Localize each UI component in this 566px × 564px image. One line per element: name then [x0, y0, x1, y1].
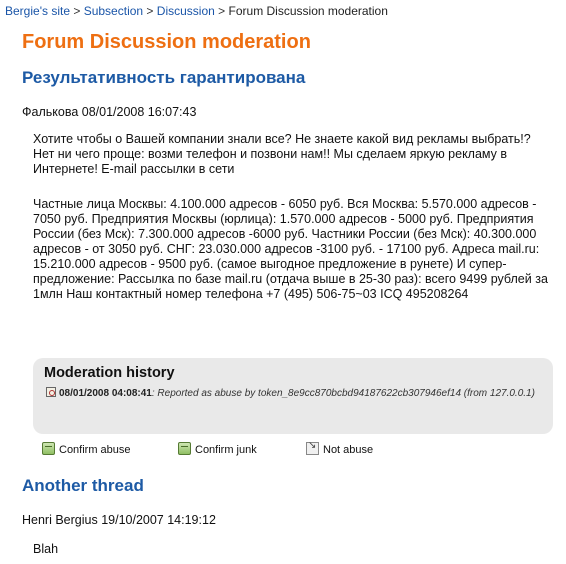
confirm-junk-label: Confirm junk	[195, 444, 257, 456]
breadcrumb: Bergie's site > Subsection > Discussion …	[5, 4, 388, 18]
moderation-entry: 08/01/2008 04:08:41: Reported as abuse b…	[46, 385, 546, 403]
breadcrumb-link-discussion[interactable]: Discussion	[157, 4, 215, 18]
moderation-entry-text: : Reported as abuse by token_8e9cc870bcb…	[151, 388, 535, 399]
report-icon	[46, 387, 56, 397]
breadcrumb-link-site[interactable]: Bergie's site	[5, 4, 70, 18]
arrow-icon	[306, 440, 319, 455]
not-abuse-label: Not abuse	[323, 444, 374, 456]
not-abuse-button[interactable]: Not abuse	[306, 440, 374, 456]
page-title: Forum Discussion moderation	[22, 31, 311, 53]
breadcrumb-separator: >	[146, 4, 154, 18]
breadcrumb-separator: >	[73, 4, 81, 18]
thread-title[interactable]: Результативность гарантирована	[22, 68, 305, 88]
post-paragraph: Хотите чтобы о Вашей компании знали все?…	[33, 132, 531, 176]
confirm-abuse-label: Confirm abuse	[59, 444, 131, 456]
confirm-junk-button[interactable]: Confirm junk	[178, 442, 257, 456]
post-paragraph: Blah	[33, 542, 59, 556]
moderation-history-title: Moderation history	[44, 365, 175, 381]
post-author-date: Фалькова 08/01/2008 16:07:43	[22, 105, 197, 119]
breadcrumb-current: Forum Discussion moderation	[228, 4, 388, 18]
post-author-date: Henri Bergius 19/10/2007 14:19:12	[22, 513, 216, 527]
breadcrumb-separator: >	[218, 4, 226, 18]
post-paragraph: Частные лица Москвы: 4.100.000 адресов -…	[33, 197, 548, 301]
breadcrumb-link-subsection[interactable]: Subsection	[84, 4, 143, 18]
moderation-actions: Confirm abuse Confirm junk Not abuse	[42, 440, 542, 462]
moderation-history-box: Moderation history 08/01/2008 04:08:41: …	[33, 358, 553, 434]
thread-title[interactable]: Another thread	[22, 476, 144, 496]
moderation-entry-timestamp: 08/01/2008 04:08:41	[59, 388, 152, 399]
confirm-abuse-button[interactable]: Confirm abuse	[42, 442, 131, 456]
trash-can-icon	[42, 442, 55, 455]
trash-can-icon	[178, 442, 191, 455]
